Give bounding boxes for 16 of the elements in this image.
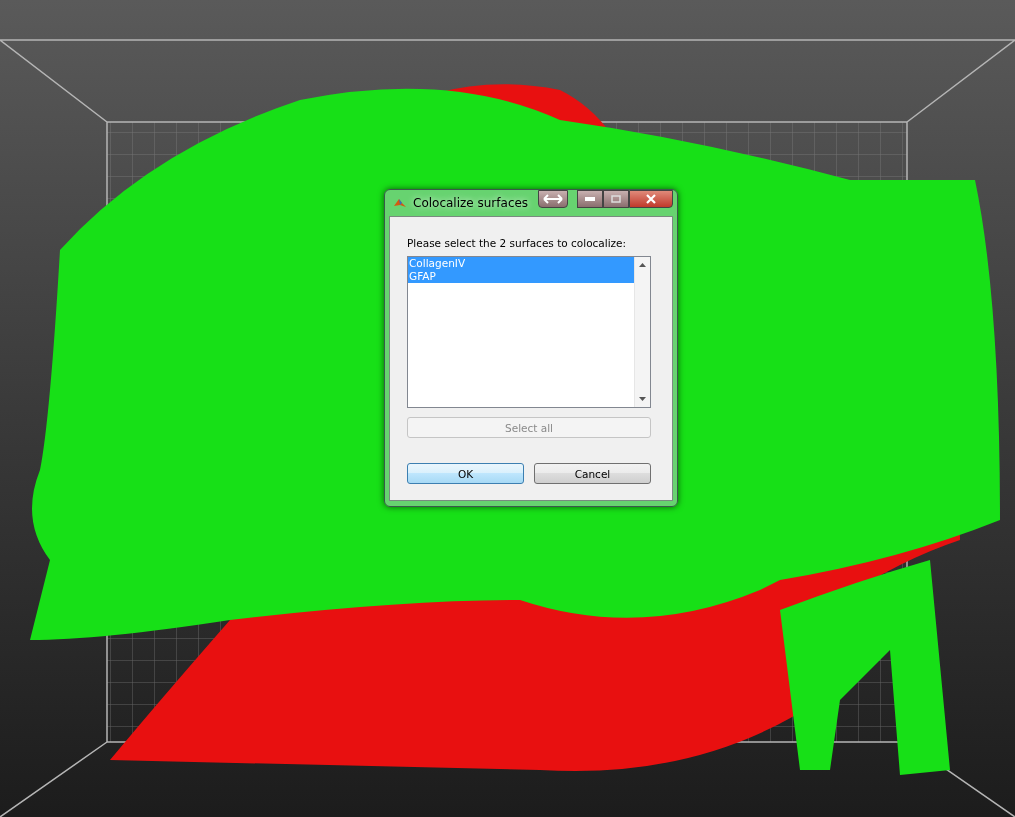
- close-button[interactable]: [629, 190, 673, 208]
- close-icon: [646, 194, 656, 204]
- prompt-text: Please select the 2 surfaces to colocalize:: [407, 237, 628, 249]
- maximize-button[interactable]: [603, 190, 629, 208]
- list-item[interactable]: CollagenIV: [408, 257, 634, 270]
- maximize-icon: [611, 195, 621, 203]
- window-title: Colocalize surfaces: [413, 196, 529, 210]
- scroll-down-icon: [639, 397, 646, 401]
- minimize-button[interactable]: [577, 190, 603, 208]
- dock-button[interactable]: [538, 190, 568, 208]
- double-arrow-icon: [543, 194, 563, 204]
- ok-button[interactable]: OK: [407, 463, 524, 484]
- list-item[interactable]: GFAP: [408, 270, 634, 283]
- cancel-button[interactable]: Cancel: [534, 463, 651, 484]
- scroll-up-icon: [639, 263, 646, 267]
- minimize-icon: [585, 197, 595, 201]
